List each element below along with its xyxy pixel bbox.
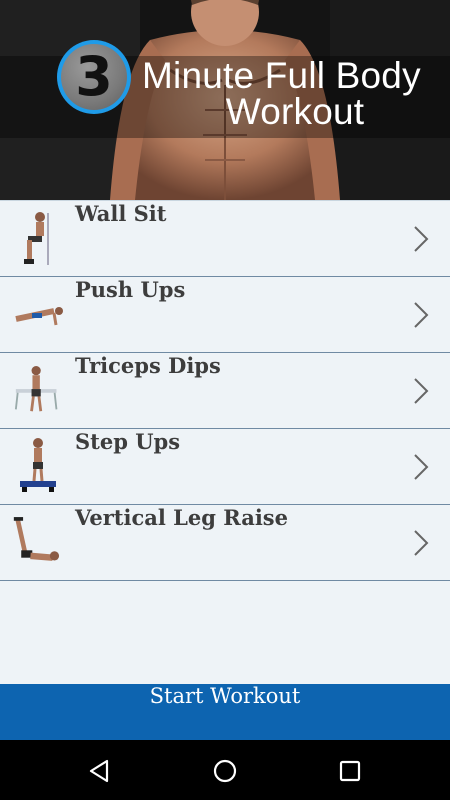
exercise-row-step-ups[interactable]: Step Ups bbox=[0, 429, 450, 505]
title-line-1: Minute Full Body bbox=[142, 55, 421, 96]
exercise-row-wall-sit[interactable]: Wall Sit bbox=[0, 200, 450, 277]
exercise-label: Vertical Leg Raise bbox=[75, 505, 288, 530]
chevron-right-icon bbox=[414, 302, 429, 328]
chevron-right-icon bbox=[414, 226, 429, 252]
exercise-row-triceps-dips[interactable]: Triceps Dips bbox=[0, 353, 450, 429]
exercise-label: Triceps Dips bbox=[75, 353, 221, 378]
badge-number: 3 bbox=[61, 44, 127, 110]
recents-icon[interactable] bbox=[337, 758, 363, 784]
header-banner: 3 Minute Full Body Workout bbox=[0, 0, 450, 200]
step-ups-figure-icon bbox=[20, 438, 56, 492]
exercise-label: Wall Sit bbox=[75, 201, 167, 226]
chevron-right-icon bbox=[414, 378, 429, 404]
wall-sit-figure-icon bbox=[24, 212, 49, 265]
system-nav-bar bbox=[0, 740, 450, 800]
app-title: Minute Full Body Workout bbox=[142, 55, 448, 132]
home-icon[interactable] bbox=[212, 758, 238, 784]
back-icon[interactable] bbox=[87, 758, 113, 784]
exercise-list: Wall Sit Push Ups Triceps Dips Step Ups … bbox=[0, 200, 450, 581]
exercise-row-push-ups[interactable]: Push Ups bbox=[0, 277, 450, 353]
chevron-right-icon bbox=[414, 454, 429, 480]
leg-raise-figure-icon bbox=[13, 517, 60, 561]
exercise-label: Step Ups bbox=[75, 429, 181, 454]
minutes-badge: 3 bbox=[57, 40, 131, 114]
push-up-figure-icon bbox=[15, 307, 63, 326]
triceps-dips-figure-icon bbox=[14, 366, 58, 412]
start-workout-button[interactable]: Start Workout bbox=[0, 684, 450, 740]
title-line-2: Workout bbox=[225, 91, 365, 132]
exercise-label: Push Ups bbox=[75, 277, 186, 302]
exercise-row-vertical-leg-raise[interactable]: Vertical Leg Raise bbox=[0, 505, 450, 581]
chevron-right-icon bbox=[414, 530, 429, 556]
